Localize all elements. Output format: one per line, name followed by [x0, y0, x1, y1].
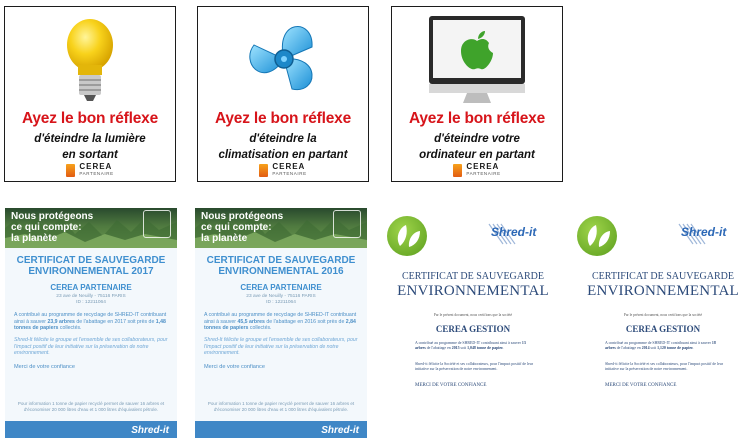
organization-address: 23 ave de Neuilly - 75116 PARIS ID : 1221… — [246, 294, 316, 305]
cerea-logo: CEREA PARTENAIRE — [5, 162, 175, 178]
certificate-body: A contribué au programme de SHRED-IT con… — [605, 341, 716, 350]
poster-headline: Ayez le bon réflexe — [21, 110, 159, 127]
certificate-title-main: ENVIRONNEMENTAL — [587, 283, 739, 299]
cerea-mark-icon — [453, 163, 463, 177]
certificate-2017[interactable]: Nous protégeons ce qui compte: la planète … — [5, 208, 177, 438]
seal-icon — [143, 210, 171, 238]
certificate-footnote: Pour information 1 tonne de papier recyc… — [207, 401, 355, 412]
certificate-thanks: Merci de votre confiance — [204, 364, 265, 370]
organization-name: CEREA PARTENAIRE — [50, 283, 132, 292]
certificate-intro: Par le présent document, nous certifions… — [623, 313, 703, 317]
poster-headline: Ayez le bon réflexe — [214, 110, 352, 127]
organization-address: 23 ave de Neuilly - 75116 PARIS ID : 1221… — [56, 294, 126, 305]
forest-banner: Nous protégeons ce qui compte: la planète — [195, 208, 367, 248]
banner-slogan: Nous protégeons ce qui compte: la planète — [11, 211, 94, 244]
cerea-mark-icon — [259, 163, 269, 177]
certificate-footnote: Pour information 1 tonne de papier recyc… — [17, 401, 165, 412]
poster-computer[interactable]: Ayez le bon réflexe d'éteindre votre ordi… — [391, 6, 563, 182]
certificate-title: CERTIFICAT DE SAUVEGARDE — [402, 271, 544, 282]
cerea-logo: CEREA PARTENAIRE — [392, 162, 562, 178]
certificate-title: CERTIFICAT DE SAUVEGARDE — [592, 271, 734, 282]
certificate-thanks: Merci de votre confiance — [14, 364, 75, 370]
certificate-thanks: MERCI DE VOTRE CONFIANCE — [605, 383, 677, 388]
forest-banner: Nous protégeons ce qui compte: la planète — [5, 208, 177, 248]
certificate-body: A contribué au programme de recyclage de… — [204, 312, 357, 332]
certificate-congrats: Shred-It félicite le groupe et l'ensembl… — [14, 337, 168, 357]
poster-climatisation[interactable]: Ayez le bon réflexe d'éteindre la climati… — [197, 6, 369, 182]
certificate-2016[interactable]: Nous protégeons ce qui compte: la planète … — [195, 208, 367, 438]
computer-icon — [392, 9, 562, 107]
organization-name: CEREA PARTENAIRE — [240, 283, 322, 292]
poster-subtitle: d'éteindre votre ordinateur en partant — [419, 133, 535, 161]
certificate-2014[interactable]: Shred-it CERTIFICAT DE SAUVEGARDE ENVIRO… — [577, 212, 749, 438]
organization-name: CEREA GESTION — [435, 324, 511, 334]
organization-name: CEREA GESTION — [625, 324, 701, 334]
cerea-logo: CEREA PARTENAIRE — [198, 162, 368, 178]
certificate-body: A contribué au programme de recyclage de… — [14, 312, 167, 332]
certificate-congrats: Shred-It félicite le groupe et l'ensembl… — [204, 337, 358, 357]
poster-headline: Ayez le bon réflexe — [408, 110, 546, 127]
certificate-congrats: Shred-it félicite la Société et ses coll… — [415, 362, 534, 371]
banner-slogan: Nous protégeons ce qui compte: la planète — [201, 211, 284, 244]
certificate-title: CERTIFICAT DE SAUVEGARDE ENVIRONNEMENTAL … — [206, 255, 356, 277]
light-bulb-icon — [5, 9, 175, 107]
certificate-2015[interactable]: Shred-it CERTIFICAT DE SAUVEGARDE ENVIRO… — [387, 212, 559, 438]
shredit-logo: Shred-it — [321, 425, 359, 436]
shredit-logo: Shred-it — [491, 225, 537, 239]
poster-subtitle: d'éteindre la lumière en sortant — [34, 133, 146, 161]
leaf-logo-icon — [387, 216, 427, 256]
shredit-logo: Shred-it — [681, 225, 727, 239]
seal-icon — [333, 210, 361, 238]
certificate-congrats: Shred-it félicite la Société et ses coll… — [605, 362, 724, 371]
certificate-title: CERTIFICAT DE SAUVEGARDE ENVIRONNEMENTAL … — [16, 255, 166, 277]
fan-icon — [198, 9, 368, 107]
certificate-body: A contribué au programme de SHRED-IT con… — [415, 341, 526, 350]
shredit-logo: Shred-it — [131, 425, 169, 436]
leaf-logo-icon — [577, 216, 617, 256]
certificate-thanks: MERCI DE VOTRE CONFIANCE — [415, 383, 487, 388]
certificate-intro: Par le présent document, nous certifions… — [433, 313, 513, 317]
cerea-mark-icon — [66, 163, 76, 177]
certificate-title-main: ENVIRONNEMENTAL — [397, 283, 549, 299]
poster-light[interactable]: Ayez le bon réflexe d'éteindre la lumièr… — [4, 6, 176, 182]
poster-subtitle: d'éteindre la climatisation en partant — [218, 133, 348, 161]
